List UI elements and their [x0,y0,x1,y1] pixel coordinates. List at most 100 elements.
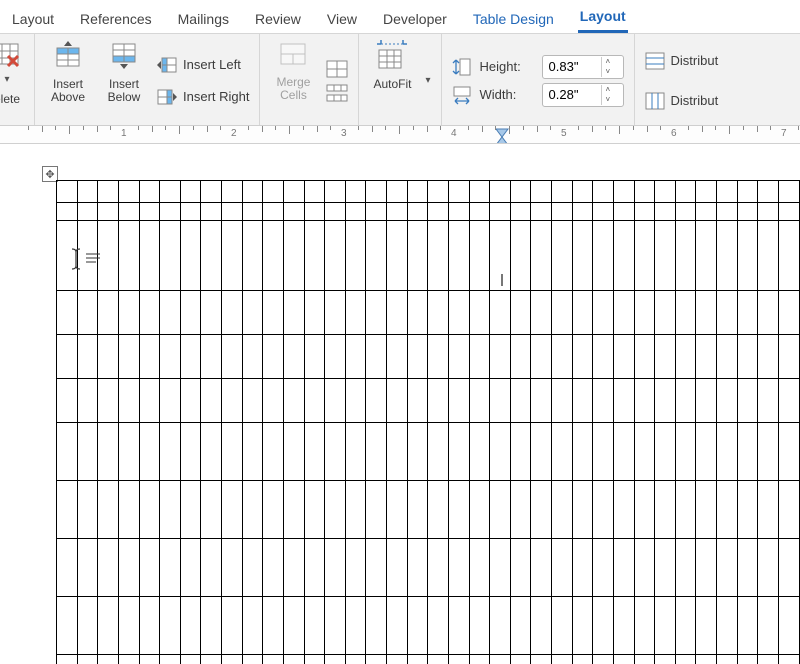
table-cell[interactable] [675,597,696,655]
table-cell[interactable] [613,539,634,597]
table-cell[interactable] [469,221,490,291]
split-table-icon[interactable] [326,84,348,102]
table-cell[interactable] [139,379,160,423]
table-cell[interactable] [180,423,201,481]
table-cell[interactable] [655,423,676,481]
table-cell[interactable] [345,203,366,221]
table-cell[interactable] [613,655,634,664]
table-cell[interactable] [98,597,119,655]
tab-table-layout[interactable]: Layout [578,4,628,33]
table-cell[interactable] [325,539,346,597]
table-cell[interactable] [531,423,552,481]
table-cell[interactable] [304,481,325,539]
table-cell[interactable] [634,539,655,597]
table-cell[interactable] [448,203,469,221]
table-cell[interactable] [118,423,139,481]
table-cell[interactable] [572,181,593,203]
table-cell[interactable] [469,203,490,221]
table-cell[interactable] [160,335,181,379]
table-cell[interactable] [490,597,511,655]
table-cell[interactable] [160,655,181,664]
table-cell[interactable] [180,221,201,291]
table-cell[interactable] [655,539,676,597]
table-cell[interactable] [531,181,552,203]
table-cell[interactable] [490,655,511,664]
table-cell[interactable] [448,539,469,597]
table-cell[interactable] [222,655,243,664]
table-cell[interactable] [778,539,799,597]
table-cell[interactable] [428,379,449,423]
table-cell[interactable] [696,597,717,655]
table-cell[interactable] [572,203,593,221]
table-cell[interactable] [387,539,408,597]
table-cell[interactable] [613,335,634,379]
table-cell[interactable] [222,379,243,423]
table-cell[interactable] [531,203,552,221]
table-cell[interactable] [758,181,779,203]
table-cell[interactable] [283,379,304,423]
table-cell[interactable] [758,655,779,664]
table-cell[interactable] [717,221,738,291]
table-cell[interactable] [304,291,325,335]
table-cell[interactable] [552,335,573,379]
table-cell[interactable] [201,597,222,655]
table-cell[interactable] [222,539,243,597]
table-cell[interactable] [448,335,469,379]
table-cell[interactable] [737,181,758,203]
table-cell[interactable] [717,379,738,423]
table-cell[interactable] [675,203,696,221]
table-cell[interactable] [510,539,531,597]
table-cell[interactable] [139,335,160,379]
insert-above-button[interactable]: Insert Above [45,40,91,121]
table-cell[interactable] [57,655,78,664]
table-cell[interactable] [737,481,758,539]
tab-table-design[interactable]: Table Design [471,7,556,33]
table-cell[interactable] [696,539,717,597]
table-cell[interactable] [118,181,139,203]
table-cell[interactable] [758,539,779,597]
table-cell[interactable] [469,379,490,423]
table-cell[interactable] [180,181,201,203]
table-cell[interactable] [778,379,799,423]
table-cell[interactable] [325,181,346,203]
table-cell[interactable] [448,221,469,291]
table-cell[interactable] [180,655,201,664]
table-cell[interactable] [448,181,469,203]
table-cell[interactable] [201,379,222,423]
table-cell[interactable] [696,221,717,291]
table-cell[interactable] [593,655,614,664]
insert-right-button[interactable]: Insert Right [157,84,249,110]
table-cell[interactable] [655,291,676,335]
table-cell[interactable] [510,379,531,423]
table-cell[interactable] [345,291,366,335]
table-cell[interactable] [160,597,181,655]
table-cell[interactable] [737,539,758,597]
column-resize-marker[interactable] [501,274,503,286]
table-cell[interactable] [283,181,304,203]
table-cell[interactable] [717,335,738,379]
table-cell[interactable] [675,481,696,539]
table-cell[interactable] [118,481,139,539]
table-cell[interactable] [696,181,717,203]
table-cell[interactable] [469,597,490,655]
table-cell[interactable] [222,423,243,481]
table-cell[interactable] [717,423,738,481]
table-cell[interactable] [222,203,243,221]
table-cell[interactable] [469,423,490,481]
table-cell[interactable] [139,655,160,664]
table-cell[interactable] [180,379,201,423]
table-cell[interactable] [283,291,304,335]
table-cell[interactable] [613,481,634,539]
table-cell[interactable] [572,481,593,539]
table-cell[interactable] [283,655,304,664]
table-cell[interactable] [613,203,634,221]
table-cell[interactable] [593,379,614,423]
table-cell[interactable] [98,335,119,379]
table-cell[interactable] [758,335,779,379]
table-cell[interactable] [552,221,573,291]
table-cell[interactable] [634,335,655,379]
table-cell[interactable] [737,291,758,335]
table-cell[interactable] [407,181,428,203]
table-cell[interactable] [387,655,408,664]
table-cell[interactable] [593,203,614,221]
